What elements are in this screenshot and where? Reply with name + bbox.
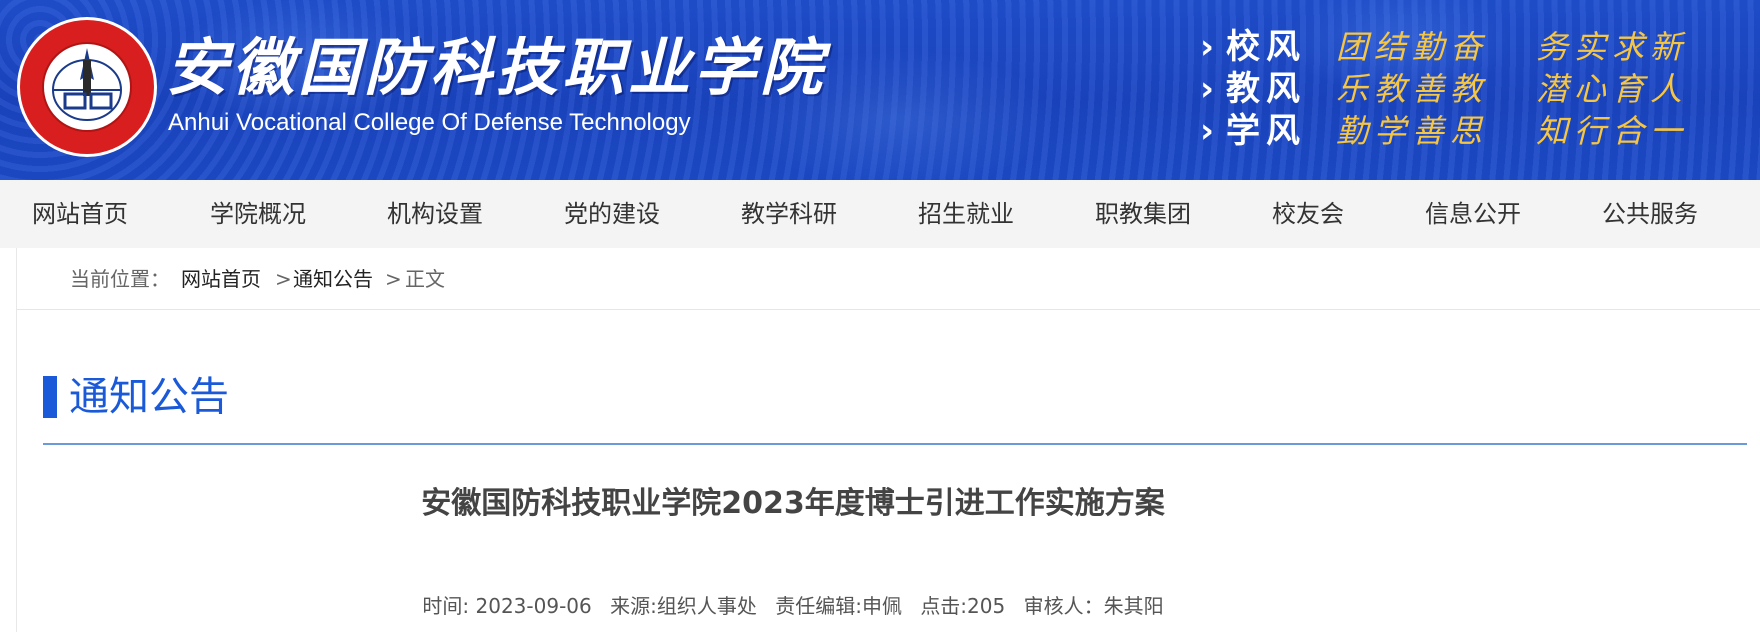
chevron-right-icon: › — [1200, 111, 1215, 151]
article-meta: 时间: 2023-09-06 来源:组织人事处 责任编辑:申佩 点击:205 审… — [17, 592, 1569, 620]
motto-value: 团结勤奋 — [1336, 28, 1489, 66]
motto-value: 知行合一 — [1536, 112, 1689, 150]
motto-row: › 教风 乐教善教 潜心育人 — [1200, 68, 1740, 110]
motto-value: 务实求新 — [1536, 28, 1689, 66]
motto-key: 校风 — [1226, 27, 1306, 67]
nav-item-services[interactable]: 公共服务 — [1602, 180, 1698, 248]
nav-item-alumni[interactable]: 校友会 — [1272, 180, 1344, 248]
nav-item-group[interactable]: 职教集团 — [1095, 180, 1191, 248]
breadcrumb-separator: > — [275, 267, 292, 291]
motto-key: 教风 — [1226, 69, 1306, 109]
chevron-right-icon: › — [1200, 69, 1215, 109]
header-banner: 安徽国防科技职业学院 Anhui Vocational College Of D… — [0, 0, 1760, 180]
meta-reviewer: 审核人：朱其阳 — [1023, 594, 1164, 618]
article-title: 安徽国防科技职业学院2023年度博士引进工作实施方案 — [421, 486, 1165, 521]
motto-value: 潜心育人 — [1536, 70, 1689, 108]
college-name-cn: 安徽国防科技职业学院 — [166, 31, 827, 104]
content-area: 当前位置： 网站首页 > 通知公告 > 正文 通知公告 安徽国防科技职业学院20… — [16, 248, 1760, 632]
meta-editor: 责任编辑:申佩 — [775, 594, 902, 618]
nav-item-party[interactable]: 党的建设 — [564, 180, 660, 248]
breadcrumb-label: 当前位置： — [70, 267, 170, 291]
section-divider — [43, 443, 1747, 445]
nav-item-teaching[interactable]: 教学科研 — [741, 180, 837, 248]
nav-item-departments[interactable]: 机构设置 — [387, 180, 483, 248]
motto-key: 学风 — [1226, 111, 1306, 151]
breadcrumb-category[interactable]: 通知公告 — [293, 248, 373, 310]
breadcrumb: 当前位置： 网站首页 > 通知公告 > 正文 — [17, 248, 1760, 310]
motto-panel: › 校风 团结勤奋 务实求新 › 教风 乐教善教 潜心育人 › 学风 勤学善思 … — [1200, 26, 1740, 152]
college-name-en: Anhui Vocational College Of Defense Tech… — [168, 109, 691, 136]
nav-item-about[interactable]: 学院概况 — [210, 180, 306, 248]
section-title: 通知公告 — [69, 374, 229, 420]
college-logo[interactable] — [20, 20, 154, 154]
motto-value: 勤学善思 — [1336, 112, 1489, 150]
nav-item-admissions[interactable]: 招生就业 — [918, 180, 1014, 248]
logo-emblem-icon — [23, 23, 151, 151]
chevron-right-icon: › — [1200, 27, 1215, 67]
breadcrumb-separator: > — [385, 267, 402, 291]
motto-row: › 学风 勤学善思 知行合一 — [1200, 110, 1740, 152]
meta-clicks: 点击:205 — [920, 594, 1006, 618]
motto-row: › 校风 团结勤奋 务实求新 — [1200, 26, 1740, 68]
meta-time: 时间: 2023-09-06 — [422, 594, 592, 618]
breadcrumb-home[interactable]: 网站首页 — [181, 248, 261, 310]
motto-value: 乐教善教 — [1336, 70, 1489, 108]
meta-source: 来源:组织人事处 — [610, 594, 757, 618]
main-nav: 网站首页 学院概况 机构设置 党的建设 教学科研 招生就业 职教集团 校友会 信… — [0, 180, 1760, 248]
breadcrumb-current: 正文 — [405, 267, 445, 291]
nav-item-home[interactable]: 网站首页 — [32, 180, 128, 248]
nav-item-disclosure[interactable]: 信息公开 — [1425, 180, 1521, 248]
section-accent-bar — [43, 376, 57, 418]
